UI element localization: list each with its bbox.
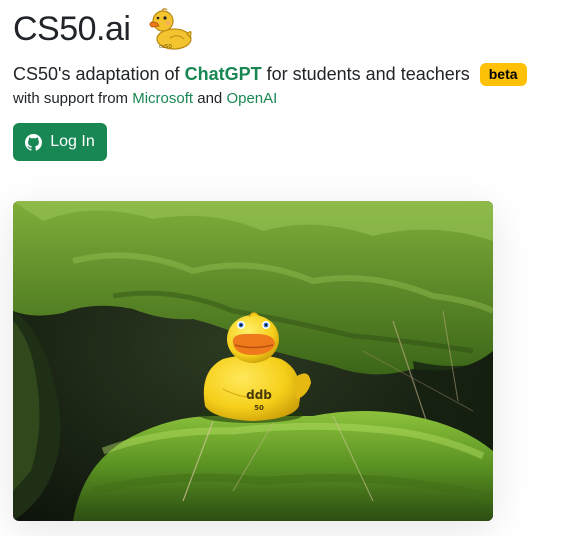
support-line: with support from Microsoft and OpenAI (13, 89, 277, 109)
microsoft-link[interactable]: Microsoft (132, 90, 193, 107)
duck-text-ddb: ddb (246, 388, 272, 402)
beta-badge: beta (479, 62, 527, 86)
tagline-prefix: CS50's adaptation of (13, 64, 180, 84)
rubber-duck-logo-icon: cs50 (149, 8, 193, 50)
login-button[interactable]: Log In (13, 123, 107, 161)
login-label: Log In (50, 133, 95, 150)
title-row: CS50.ai cs50 (13, 6, 194, 52)
openai-link[interactable]: OpenAI (226, 90, 277, 107)
chatgpt-brand: ChatGPT (184, 64, 262, 84)
hero-image: ddb 50 (13, 201, 493, 521)
page-title: CS50.ai (13, 10, 131, 48)
logo-text: cs50 (159, 44, 172, 50)
tagline-suffix: for students and teachers (266, 64, 470, 84)
support-prefix: with support from (13, 90, 129, 107)
github-icon (25, 133, 43, 151)
page: CS50.ai cs50 CS50's adaptation of ChatGP… (0, 0, 564, 536)
support-conjunction: and (197, 90, 223, 107)
tagline: CS50's adaptation of ChatGPT for student… (13, 62, 527, 86)
duck-text-50: 50 (254, 404, 264, 412)
